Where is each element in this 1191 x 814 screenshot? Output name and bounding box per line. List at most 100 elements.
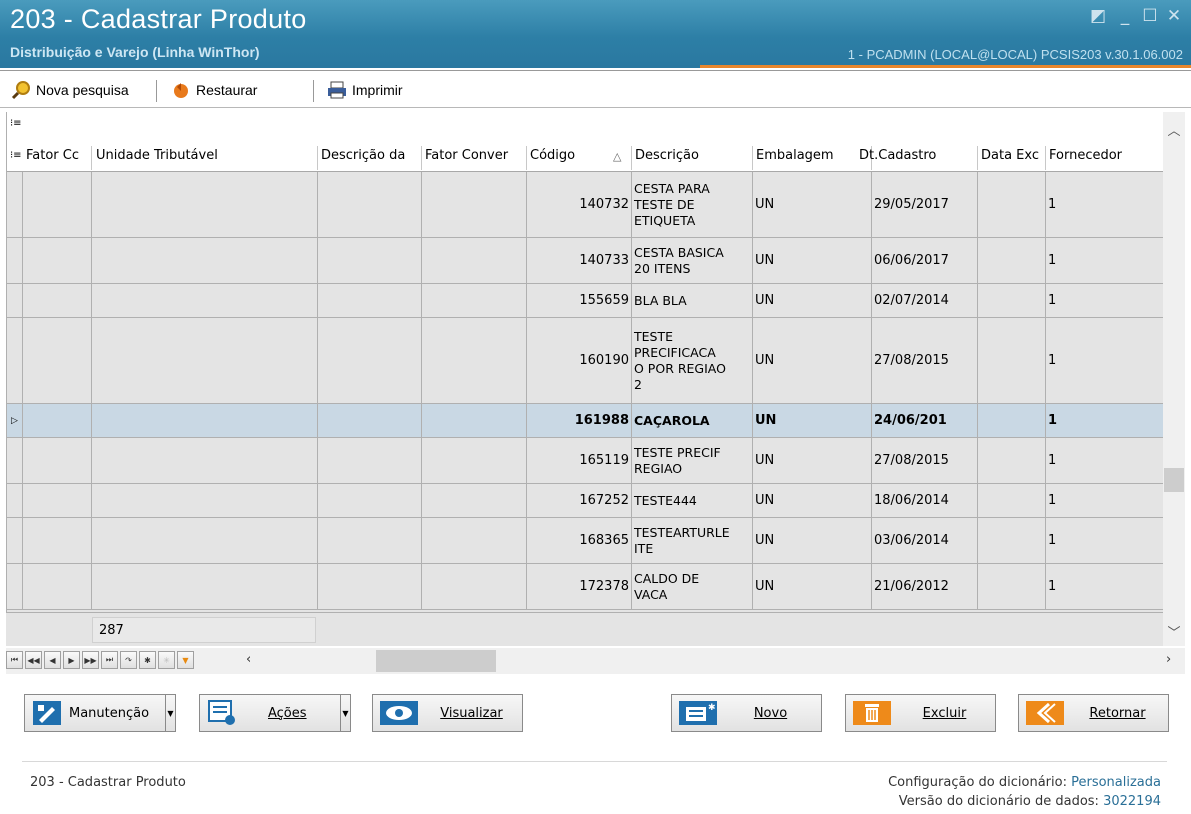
next-page-icon[interactable]: ▶▶ [82, 651, 99, 669]
cell-codigo[interactable]: 165119 [527, 438, 632, 483]
manutencao-button[interactable]: Manutenção ▼ [24, 694, 176, 732]
cell-descricao[interactable]: TESTE444 [632, 484, 753, 517]
vertical-scroll-thumb[interactable] [1164, 468, 1184, 492]
cell-fator-conver[interactable] [422, 484, 527, 517]
cell-dt-cadastro[interactable]: 24/06/201 [872, 404, 978, 437]
cell-unidade-tributavel[interactable] [92, 438, 318, 483]
cell-descricao-da[interactable] [318, 238, 422, 283]
cell-dt-cadastro[interactable]: 27/08/2015 [872, 438, 978, 483]
horizontal-scroll-thumb[interactable] [376, 650, 496, 672]
acoes-dropdown-icon[interactable]: ▼ [340, 695, 350, 731]
prev-record-icon[interactable]: ◀ [44, 651, 61, 669]
cell-codigo[interactable]: 160190 [527, 318, 632, 403]
col-descricao-da[interactable]: Descrição da [318, 148, 421, 168]
table-row[interactable]: 140732 CESTA PARA TESTE DE ETIQUETA UN 29/0… [7, 172, 1163, 238]
scroll-right-icon[interactable]: › [1166, 652, 1171, 667]
cell-unidade-tributavel[interactable] [92, 172, 318, 237]
cell-data-exc[interactable] [978, 238, 1046, 283]
cell-fornecedor[interactable]: 1 [1046, 438, 1163, 483]
visualizar-button[interactable]: Visualizar [372, 694, 523, 732]
row-indicator[interactable] [7, 518, 23, 563]
cell-unidade-tributavel[interactable] [92, 404, 318, 437]
next-record-icon[interactable]: ▶ [63, 651, 80, 669]
vertical-scrollbar[interactable]: ︿ ﹀ [1163, 112, 1185, 646]
cell-descricao[interactable]: CESTA BASICA 20 ITENS [632, 238, 753, 283]
cell-dt-cadastro[interactable]: 06/06/2017 [872, 238, 978, 283]
cell-fator-conver[interactable] [422, 238, 527, 283]
col-dt-cadastro[interactable]: Dt.Cadastro [857, 148, 965, 168]
cell-fator-conver[interactable] [422, 518, 527, 563]
cell-descricao-da[interactable] [318, 172, 422, 237]
row-indicator[interactable] [7, 318, 23, 403]
cell-dt-cadastro[interactable]: 29/05/2017 [872, 172, 978, 237]
cell-fator-cc[interactable] [23, 404, 92, 437]
row-indicator[interactable] [7, 484, 23, 517]
col-data-exc[interactable]: Data Exc [978, 148, 1045, 168]
first-page-icon[interactable]: ⏮ [6, 651, 23, 669]
cell-data-exc[interactable] [978, 438, 1046, 483]
cell-fornecedor[interactable]: 1 [1046, 172, 1163, 237]
table-row[interactable]: 172378 CALDO DE VACA UN 21/06/2012 1 [7, 564, 1163, 610]
maximize-icon[interactable]: ☐ [1139, 6, 1161, 26]
manutencao-dropdown-icon[interactable]: ▼ [165, 695, 175, 731]
cell-data-exc[interactable] [978, 318, 1046, 403]
scroll-down-icon[interactable]: ﹀ [1163, 622, 1185, 641]
cell-dt-cadastro[interactable]: 18/06/2014 [872, 484, 978, 517]
cell-data-exc[interactable] [978, 484, 1046, 517]
cell-descricao-da[interactable] [318, 438, 422, 483]
cell-unidade-tributavel[interactable] [92, 518, 318, 563]
last-page-icon[interactable]: ⏭ [101, 651, 118, 669]
cell-fator-conver[interactable] [422, 172, 527, 237]
cell-dt-cadastro[interactable]: 21/06/2012 [872, 564, 978, 609]
cell-unidade-tributavel[interactable] [92, 318, 318, 403]
restore-icon[interactable]: ◩ [1087, 6, 1109, 26]
cell-fornecedor[interactable]: 1 [1046, 238, 1163, 283]
cell-descricao[interactable]: TESTE PRECIFICACA O POR REGIAO 2 [632, 318, 753, 403]
col-codigo[interactable]: Código [527, 148, 597, 168]
cell-embalagem[interactable]: UN [753, 564, 872, 609]
cell-unidade-tributavel[interactable] [92, 564, 318, 609]
cell-fator-cc[interactable] [23, 238, 92, 283]
cell-fornecedor[interactable]: 1 [1046, 284, 1163, 317]
col-fator-conver[interactable]: Fator Conver [422, 148, 526, 168]
cell-fator-cc[interactable] [23, 172, 92, 237]
cell-descricao-da[interactable] [318, 484, 422, 517]
cell-dt-cadastro[interactable]: 27/08/2015 [872, 318, 978, 403]
restaurar-button[interactable]: Restaurar [170, 78, 257, 102]
cell-embalagem[interactable]: UN [753, 172, 872, 237]
cell-fornecedor[interactable]: 1 [1046, 564, 1163, 609]
cell-descricao[interactable]: BLA BLA [632, 284, 753, 317]
cell-descricao-da[interactable] [318, 284, 422, 317]
cell-embalagem[interactable]: UN [753, 518, 872, 563]
table-row[interactable]: 165119 TESTE PRECIF REGIAO UN 27/08/2015 1 [7, 438, 1163, 484]
table-row[interactable]: 160190 TESTE PRECIFICACA O POR REGIAO 2 UN… [7, 318, 1163, 404]
cell-embalagem[interactable]: UN [753, 438, 872, 483]
cell-unidade-tributavel[interactable] [92, 484, 318, 517]
scroll-left-icon[interactable]: ‹ [246, 652, 251, 667]
row-indicator[interactable] [7, 284, 23, 317]
cell-unidade-tributavel[interactable] [92, 284, 318, 317]
minimize-icon[interactable]: _ [1114, 6, 1136, 26]
cell-data-exc[interactable] [978, 564, 1046, 609]
cell-fator-conver[interactable] [422, 284, 527, 317]
table-row[interactable]: 168365 TESTEARTURLE ITE UN 03/06/2014 1 [7, 518, 1163, 564]
cell-descricao[interactable]: TESTEARTURLE ITE [632, 518, 753, 563]
excluir-button[interactable]: Excluir [845, 694, 996, 732]
acoes-button[interactable]: Ações ▼ [199, 694, 351, 732]
cell-codigo[interactable]: 168365 [527, 518, 632, 563]
cell-descricao[interactable]: CALDO DE VACA [632, 564, 753, 609]
refresh-icon[interactable]: ↷ [120, 651, 137, 669]
row-indicator[interactable] [7, 564, 23, 609]
imprimir-button[interactable]: Imprimir [326, 78, 403, 102]
col-descricao[interactable]: Descrição [632, 148, 752, 168]
col-unidade-tributavel[interactable]: Unidade Tributável [93, 148, 318, 168]
row-indicator[interactable] [7, 238, 23, 283]
cell-fator-conver[interactable] [422, 564, 527, 609]
cell-descricao[interactable]: CAÇAROLA [632, 404, 753, 437]
cell-fator-cc[interactable] [23, 484, 92, 517]
cell-embalagem[interactable]: UN [753, 238, 872, 283]
cell-dt-cadastro[interactable]: 03/06/2014 [872, 518, 978, 563]
cell-codigo[interactable]: 167252 [527, 484, 632, 517]
row-indicator[interactable] [7, 172, 23, 237]
nova-pesquisa-button[interactable]: Nova pesquisa [10, 78, 129, 102]
